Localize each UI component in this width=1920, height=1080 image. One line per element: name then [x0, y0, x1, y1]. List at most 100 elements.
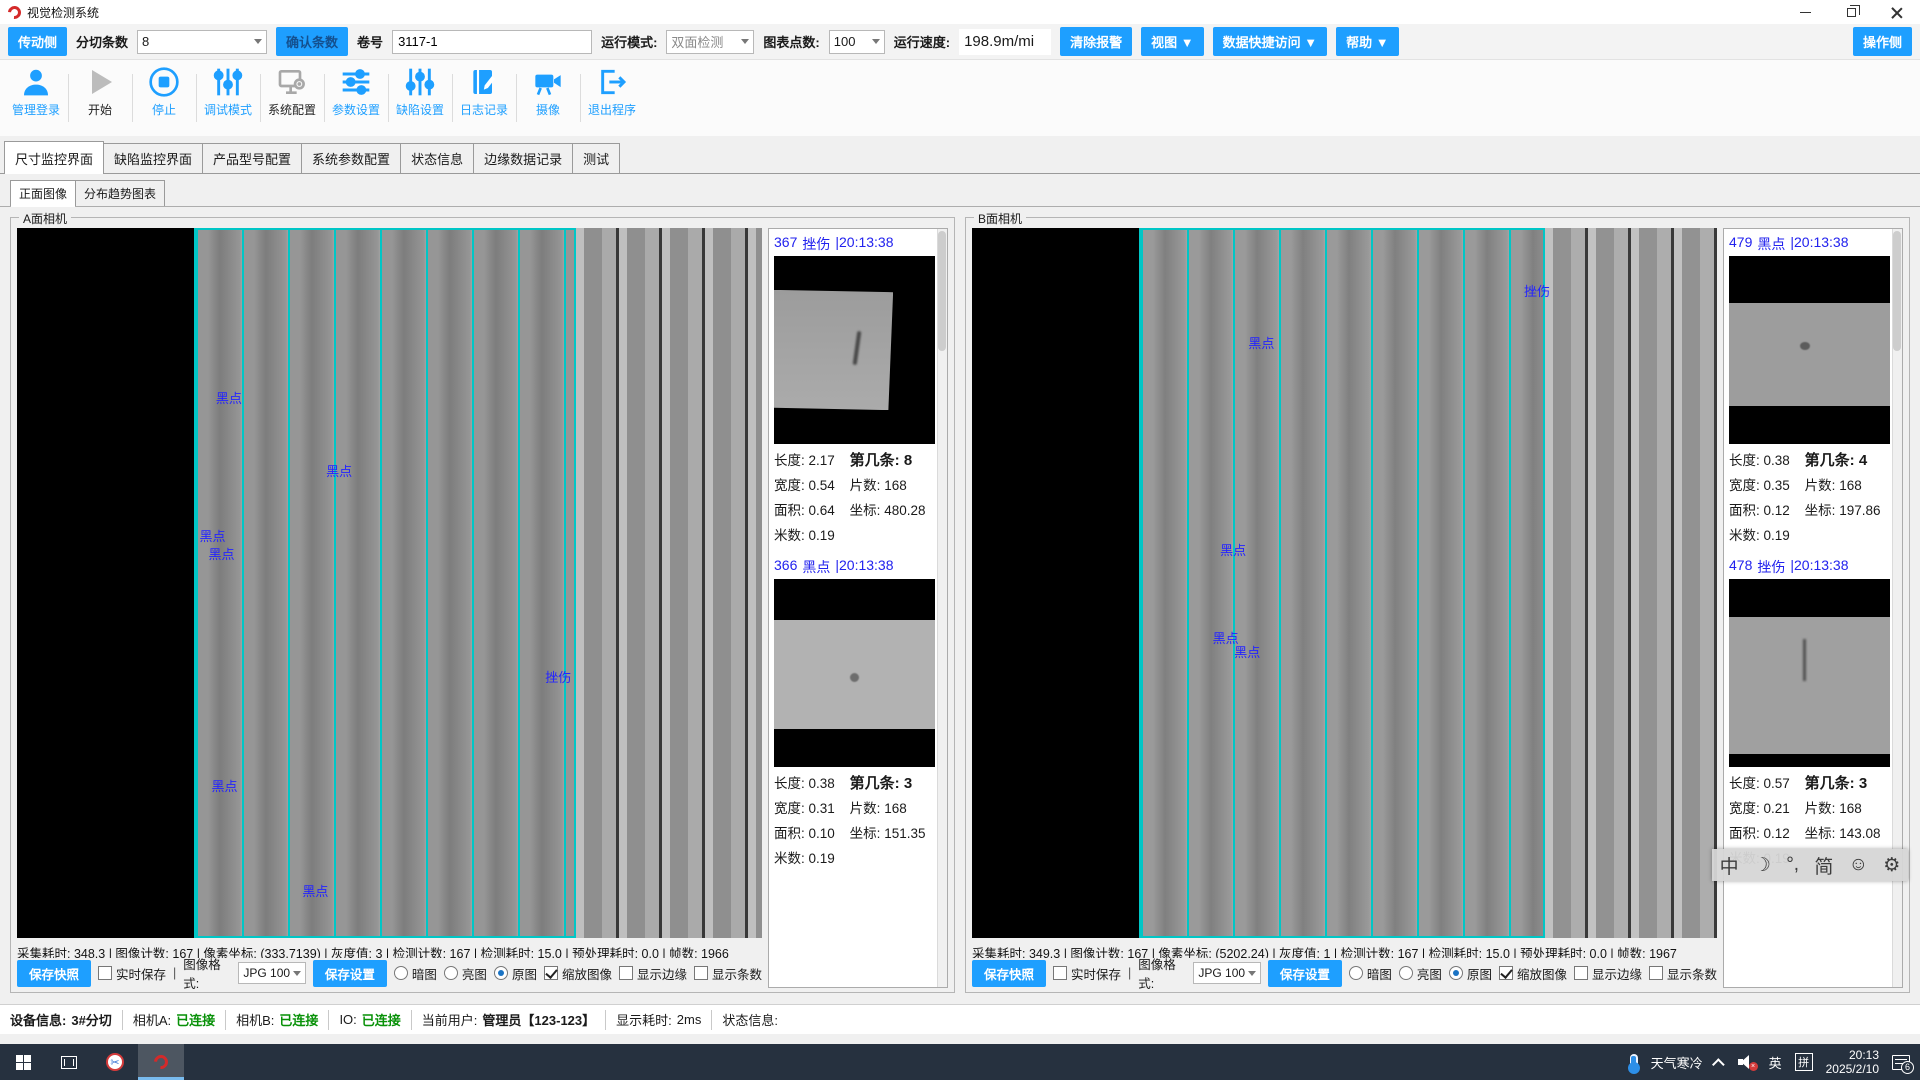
save-snapshot-button[interactable]: 保存快照 [972, 960, 1046, 987]
tab-edge-data-record[interactable]: 边缘数据记录 [473, 143, 573, 173]
minimize-button[interactable] [1782, 0, 1828, 24]
save-settings-button[interactable]: 保存设置 [1268, 960, 1342, 987]
tab-status-info[interactable]: 状态信息 [400, 143, 474, 173]
view-menu-button[interactable]: 视图 ▼ [1141, 27, 1203, 56]
defect-card[interactable]: 479 黑点 |20:13:38 长度: 0.38 第几条: 4 宽度: 0.3… [1729, 231, 1890, 548]
stop-icon [148, 66, 180, 98]
defect-card[interactable]: 367 挫伤 |20:13:38 长度: 2.17 第几条: 8 宽度: 0.5… [774, 231, 935, 548]
volume-muted-icon[interactable]: × [1738, 1055, 1756, 1069]
show-strips-checkbox[interactable]: 显示条数 [1649, 964, 1717, 983]
chart-points-select[interactable]: 100 [829, 30, 885, 54]
defect-type: 挫伤 [802, 234, 830, 254]
tab-system-param-config[interactable]: 系统参数配置 [301, 143, 401, 173]
operator-side-button[interactable]: 操作侧 [1853, 27, 1912, 56]
defect-thumbnail[interactable] [1729, 579, 1890, 767]
scrollbar-thumb[interactable] [938, 231, 946, 351]
subtab-distribution-chart[interactable]: 分布趋势图表 [75, 180, 165, 206]
show-strips-checkbox[interactable]: 显示条数 [694, 964, 762, 983]
moon-icon[interactable]: ☽ [1754, 854, 1771, 877]
bright-image-radio[interactable]: 亮图 [444, 964, 487, 983]
defect-type: 黑点 [802, 557, 830, 577]
camera-b-image[interactable]: 挫伤黑点黑点黑点黑点 [972, 228, 1717, 938]
defect-thumbnail[interactable] [1729, 256, 1890, 444]
image-format-select[interactable]: JPG 100 [1193, 962, 1261, 984]
emoji-icon[interactable]: ☺ [1849, 854, 1868, 876]
restore-button[interactable] [1828, 0, 1874, 24]
task-view-button[interactable] [46, 1044, 92, 1080]
sliders-vertical-icon [212, 66, 244, 98]
data-quick-access-button[interactable]: 数据快捷访问 ▼ [1213, 27, 1327, 56]
windows-logo-icon [16, 1055, 31, 1070]
save-snapshot-button[interactable]: 保存快照 [17, 960, 91, 987]
inspection-app-button[interactable] [138, 1044, 184, 1080]
log-record-button[interactable]: 日志记录 [452, 66, 516, 118]
tool-label: 摄像 [536, 101, 560, 118]
defect-settings-button[interactable]: 缺陷设置 [388, 66, 452, 118]
realtime-save-checkbox[interactable]: 实时保存 [1053, 964, 1121, 983]
checkbox-checked-icon [544, 966, 558, 980]
ime-punctuation-toggle[interactable]: °, [1786, 854, 1799, 876]
parameter-settings-button[interactable]: 参数设置 [324, 66, 388, 118]
start-button[interactable]: 开始 [68, 66, 132, 118]
user-icon [20, 66, 52, 98]
run-mode-select[interactable]: 双面检测 [666, 30, 754, 54]
notification-center-icon[interactable]: 6 [1892, 1055, 1910, 1070]
close-button[interactable] [1874, 0, 1920, 24]
zoom-image-checkbox[interactable]: 缩放图像 [1499, 964, 1567, 983]
tab-product-model-config[interactable]: 产品型号配置 [202, 143, 302, 173]
defect-marker-label: 黑点 [208, 544, 234, 563]
help-menu-button[interactable]: 帮助 ▼ [1336, 27, 1398, 56]
clear-alarm-button[interactable]: 清除报警 [1060, 27, 1132, 56]
admin-login-button[interactable]: 管理登录 [4, 66, 68, 118]
checkbox-checked-icon [1499, 966, 1513, 980]
gear-icon[interactable]: ⚙ [1883, 854, 1900, 877]
system-config-button[interactable]: 系统配置 [260, 66, 324, 118]
exit-icon [596, 66, 628, 98]
dark-image-radio[interactable]: 暗图 [1349, 964, 1392, 983]
ime-indicator[interactable]: 拼 [1795, 1053, 1813, 1071]
taskbar-clock[interactable]: 20:132025/2/10 [1826, 1048, 1879, 1076]
scrollbar-thumb[interactable] [1893, 231, 1901, 351]
snipping-tool-button[interactable]: ✂ [92, 1044, 138, 1080]
image-format-select[interactable]: JPG 100 [238, 962, 306, 984]
weather-text[interactable]: 天气寒冷 [1651, 1053, 1703, 1072]
defect-card[interactable]: 366 黑点 |20:13:38 长度: 0.38 第几条: 3 宽度: 0.3… [774, 554, 935, 871]
weather-thermometer-icon[interactable] [1630, 1054, 1638, 1071]
defect-thumbnail[interactable] [774, 256, 935, 444]
dark-image-radio[interactable]: 暗图 [394, 964, 437, 983]
show-edge-checkbox[interactable]: 显示边缘 [1574, 964, 1642, 983]
realtime-save-checkbox[interactable]: 实时保存 [98, 964, 166, 983]
scrollbar[interactable] [937, 229, 947, 987]
tab-size-monitor[interactable]: 尺寸监控界面 [4, 141, 104, 173]
chart-points-label: 图表点数: [763, 32, 819, 51]
defect-card[interactable]: 478 挫伤 |20:13:38 长度: 0.57 第几条: 3 宽度: 0.2… [1729, 554, 1890, 871]
bright-image-radio[interactable]: 亮图 [1399, 964, 1442, 983]
original-image-radio[interactable]: 原图 [494, 964, 537, 983]
subtab-front-image[interactable]: 正面图像 [10, 180, 76, 206]
confirm-count-button[interactable]: 确认条数 [276, 27, 348, 56]
stop-button[interactable]: 停止 [132, 66, 196, 118]
debug-mode-button[interactable]: 调试模式 [196, 66, 260, 118]
exit-program-button[interactable]: 退出程序 [580, 66, 644, 118]
defect-time: |20:13:38 [1790, 557, 1848, 577]
zoom-image-checkbox[interactable]: 缩放图像 [544, 964, 612, 983]
app-logo-icon [5, 3, 23, 21]
capture-button[interactable]: 摄像 [516, 66, 580, 118]
drive-side-button[interactable]: 传动侧 [8, 27, 67, 56]
defect-thumbnail[interactable] [774, 579, 935, 767]
hidden-icons-chevron[interactable] [1712, 1058, 1725, 1071]
roll-number-input[interactable] [392, 30, 592, 54]
camera-a-panel: A面相机 黑点黑点黑点黑点挫伤黑点黑点 采集耗时: 348.3 | 图像计数: … [10, 217, 955, 993]
ime-chinese-mode[interactable]: 中 [1720, 852, 1739, 879]
language-indicator[interactable]: 英 [1769, 1053, 1782, 1072]
ime-simplified-toggle[interactable]: 简 [1814, 852, 1833, 879]
show-edge-checkbox[interactable]: 显示边缘 [619, 964, 687, 983]
show-edge-label: 显示边缘 [1592, 964, 1642, 983]
camera-a-image[interactable]: 黑点黑点黑点黑点挫伤黑点黑点 [17, 228, 762, 938]
original-image-radio[interactable]: 原图 [1449, 964, 1492, 983]
tab-test[interactable]: 测试 [572, 143, 620, 173]
tab-defect-monitor[interactable]: 缺陷监控界面 [103, 143, 203, 173]
split-count-select[interactable]: 8 [137, 30, 267, 54]
save-settings-button[interactable]: 保存设置 [313, 960, 387, 987]
start-button[interactable] [0, 1044, 46, 1080]
